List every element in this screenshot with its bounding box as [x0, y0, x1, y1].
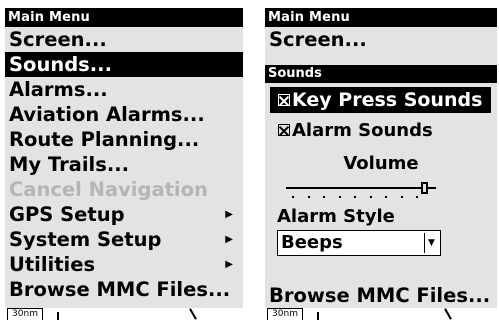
alarm-style-select[interactable]: Beeps ▼	[277, 230, 441, 256]
menu-item-sounds[interactable]: Sounds...	[5, 52, 243, 77]
menu-item-label: Alarms...	[9, 78, 108, 101]
volume-slider-tick	[416, 196, 418, 198]
main-menu-screen: Main Menu Screen... Sounds... Alarms... Avi…	[5, 8, 243, 320]
menu-item-label: Screen...	[9, 28, 107, 51]
sounds-dialog: Sounds Key Press Sounds Alarm Sounds Vol…	[265, 65, 497, 272]
alarm-sounds-checkbox-row[interactable]: Alarm Sounds	[270, 117, 497, 143]
menu-item-system-setup[interactable]: System Setup ▶	[5, 227, 243, 252]
key-press-sounds-checkbox-row[interactable]: Key Press Sounds	[270, 87, 491, 113]
volume-slider[interactable]	[286, 182, 440, 202]
map-track-line	[444, 308, 452, 320]
menu-item-label: Aviation Alarms...	[9, 103, 205, 126]
map-track-line	[189, 308, 197, 320]
submenu-arrow-icon: ▶	[225, 234, 233, 245]
menu-item-label: Sounds...	[9, 53, 112, 76]
menu-item-screen[interactable]: Screen...	[265, 27, 497, 52]
menu-item-route-planning[interactable]: Route Planning...	[5, 127, 243, 152]
sounds-screen: Main Menu Screen... Sounds Key Press Sou…	[265, 8, 497, 320]
menu-item-utilities[interactable]: Utilities ▶	[5, 252, 243, 277]
map-tick	[317, 312, 319, 320]
submenu-arrow-icon: ▶	[225, 259, 233, 270]
map-strip: 30nm	[265, 308, 497, 320]
menu-item-label: My Trails...	[9, 153, 130, 176]
volume-slider-tick	[354, 196, 356, 198]
alarm-sounds-checkbox[interactable]	[278, 124, 290, 136]
alarm-sounds-label: Alarm Sounds	[292, 119, 433, 141]
key-press-sounds-label: Key Press Sounds	[292, 89, 483, 111]
menu-item-label: GPS Setup	[9, 203, 125, 226]
map-strip: 30nm	[5, 308, 243, 320]
menu-item-label: Cancel Navigation	[9, 178, 208, 201]
main-menu-title: Main Menu	[5, 8, 243, 27]
map-scale: 30nm	[267, 308, 303, 320]
menu-item-browse-mmc-files[interactable]: Browse MMC Files...	[265, 283, 497, 308]
volume-slider-track	[286, 187, 436, 189]
volume-label: Volume	[343, 153, 419, 174]
key-press-sounds-checkbox[interactable]	[278, 94, 290, 106]
menu-item-label: System Setup	[9, 228, 162, 251]
volume-slider-tick	[385, 196, 387, 198]
menu-item-label: Browse MMC Files...	[9, 278, 231, 301]
menu-item-gps-setup[interactable]: GPS Setup ▶	[5, 202, 243, 227]
volume-slider-tick	[323, 196, 325, 198]
map-scale: 30nm	[7, 308, 43, 320]
volume-slider-thumb[interactable]	[421, 182, 428, 194]
alarm-style-label: Alarm Style	[277, 206, 395, 227]
volume-slider-tick	[369, 196, 372, 198]
map-tick	[57, 312, 59, 320]
main-menu-list: Screen... Sounds... Alarms... Aviation Alar…	[5, 27, 243, 302]
main-menu-title: Main Menu	[265, 8, 497, 27]
dropdown-arrow-icon[interactable]: ▼	[424, 233, 438, 253]
volume-slider-tick	[400, 196, 403, 198]
menu-item-alarms[interactable]: Alarms...	[5, 77, 243, 102]
menu-item-cancel-navigation: Cancel Navigation	[5, 177, 243, 202]
volume-slider-tick	[307, 196, 310, 198]
menu-item-aviation-alarms[interactable]: Aviation Alarms...	[5, 102, 243, 127]
alarm-style-value: Beeps	[281, 232, 343, 253]
menu-item-my-trails[interactable]: My Trails...	[5, 152, 243, 177]
volume-slider-tick	[292, 196, 294, 198]
submenu-arrow-icon: ▶	[225, 209, 233, 220]
menu-item-screen[interactable]: Screen...	[5, 27, 243, 52]
volume-slider-tick	[338, 196, 341, 198]
menu-item-label: Utilities	[9, 253, 96, 276]
sounds-dialog-title: Sounds	[265, 65, 497, 83]
menu-item-browse-mmc-files[interactable]: Browse MMC Files...	[5, 277, 243, 302]
menu-item-label: Route Planning...	[9, 128, 200, 151]
